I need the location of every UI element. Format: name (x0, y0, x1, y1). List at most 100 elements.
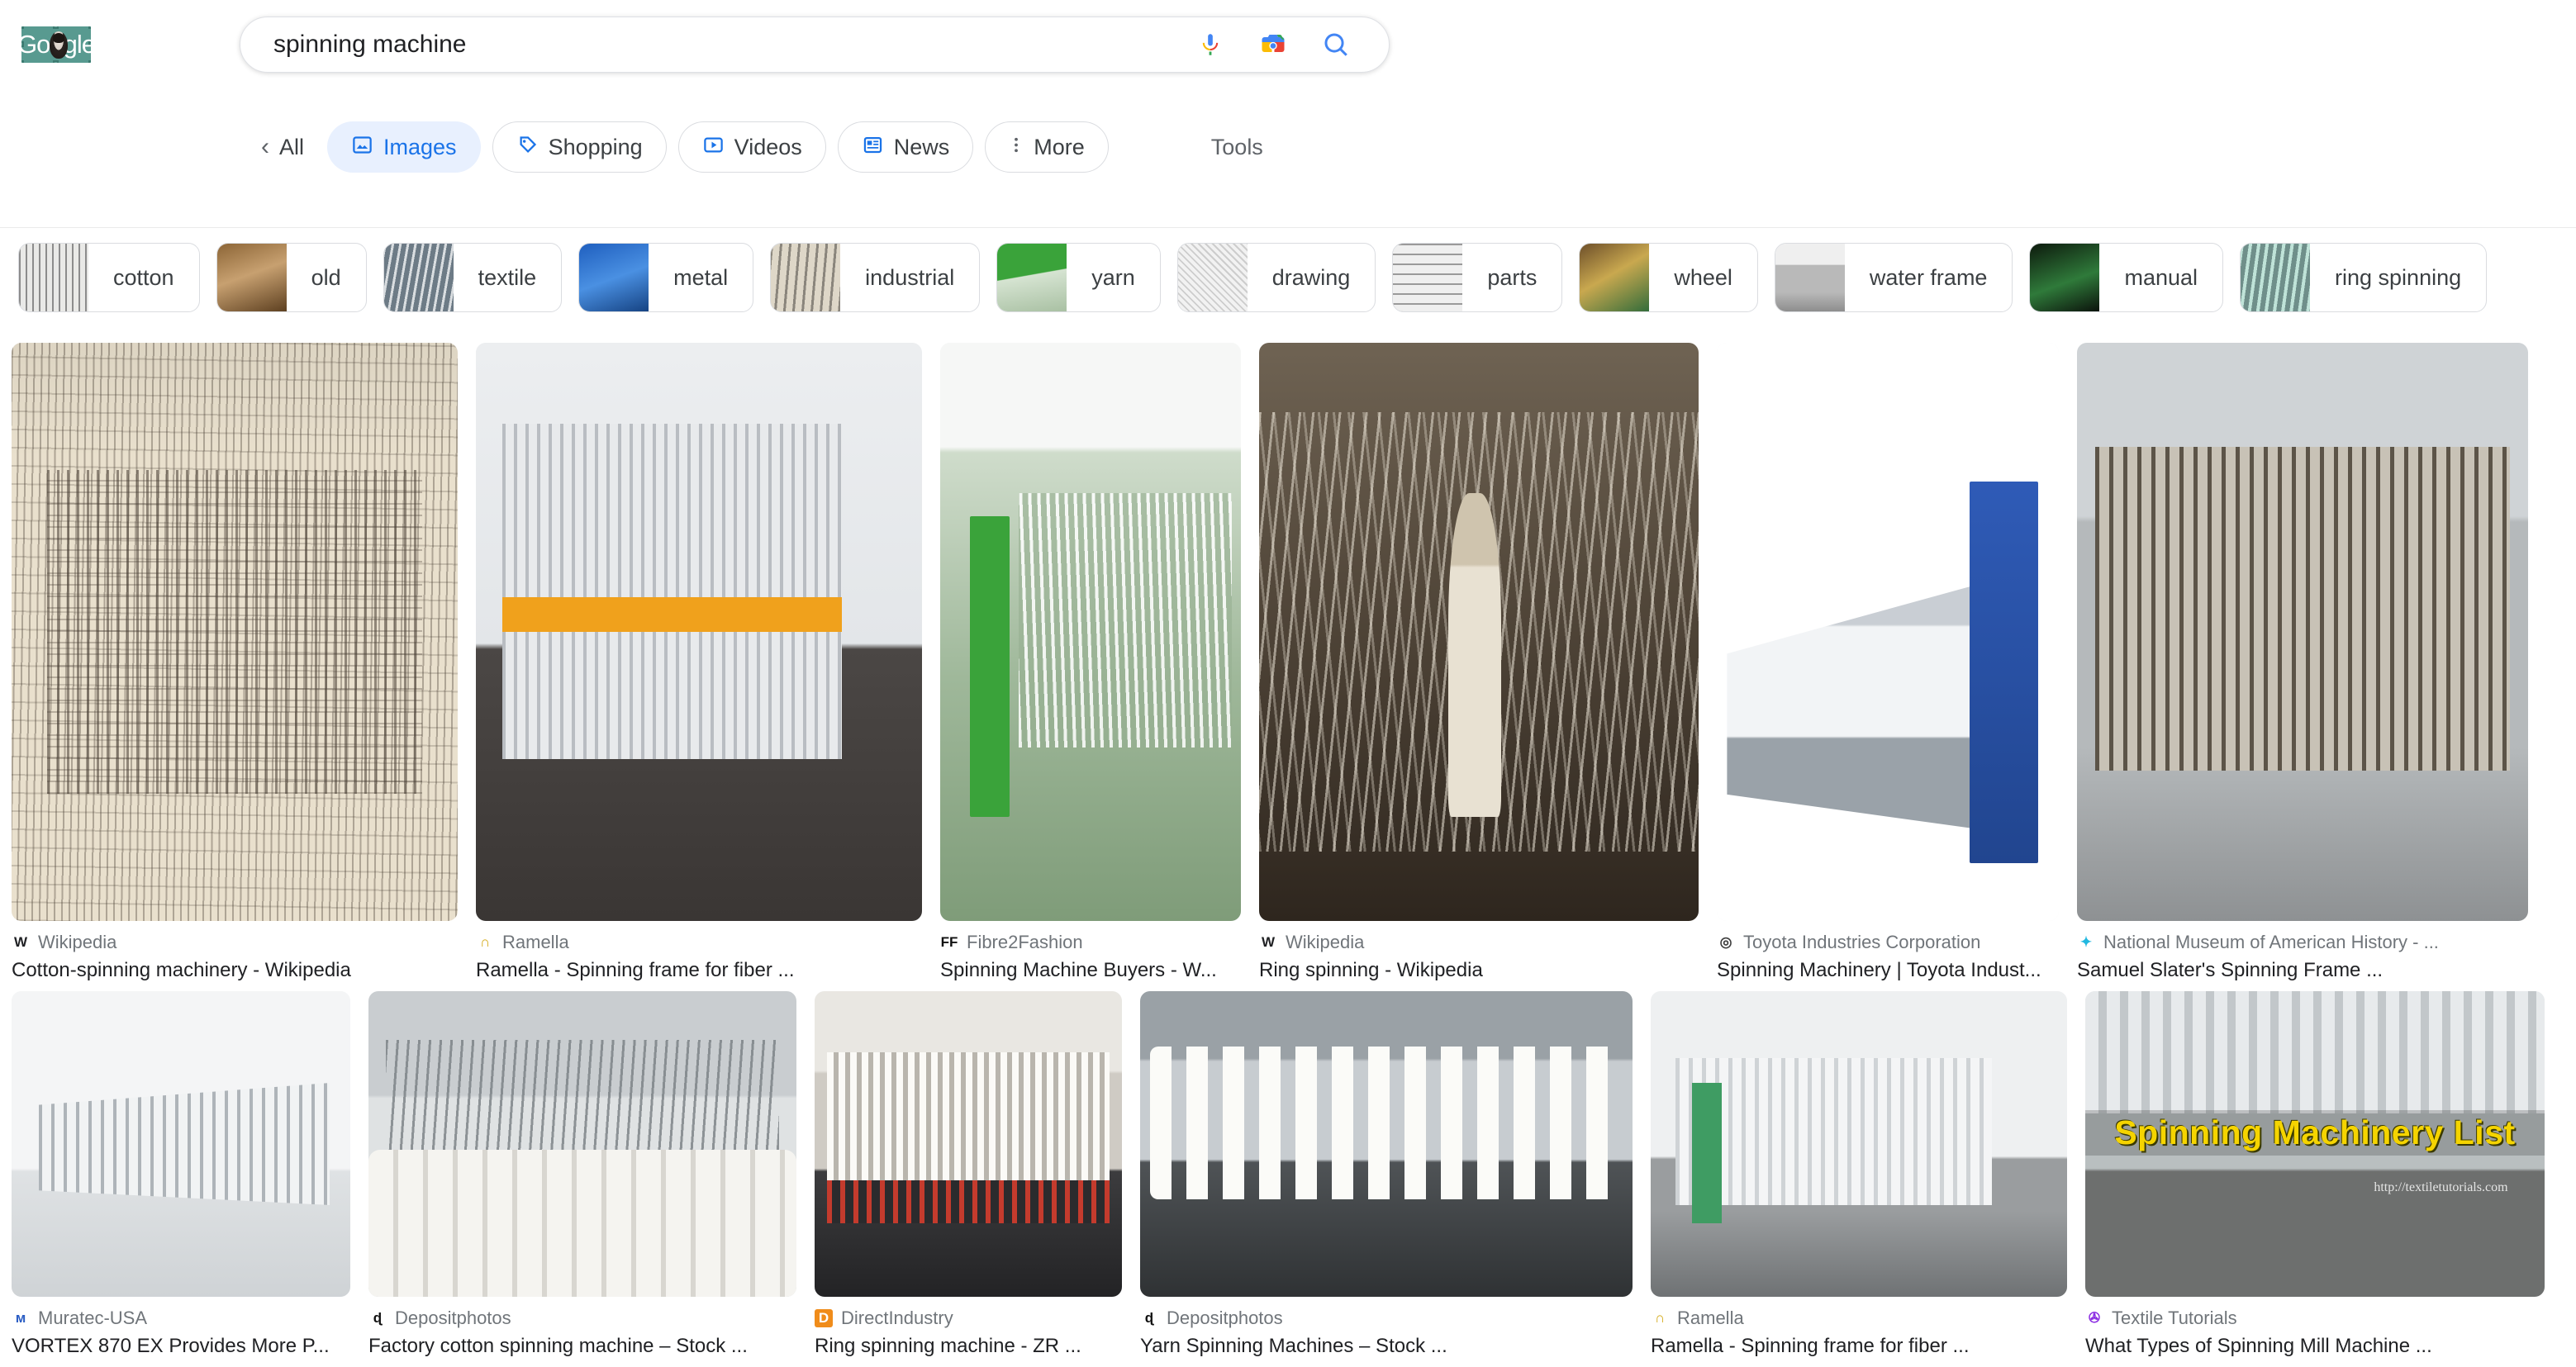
result-source[interactable]: W Wikipedia (12, 933, 458, 952)
result-meta: ᴍ Muratec-USA VORTEX 870 EX Provides More … (12, 1297, 350, 1359)
result-meta: ∩ Ramella Ramella - Spinning frame for fib… (476, 921, 922, 983)
related-search-chip[interactable]: water frame (1774, 243, 2013, 312)
result-source[interactable]: ✇ Textile Tutorials (2085, 1308, 2545, 1328)
result-title[interactable]: Spinning Machinery | Toyota Indust... (1717, 959, 2059, 983)
image-result-card[interactable]: W Wikipedia Cotton-spinning machinery - Wi… (12, 343, 458, 983)
related-search-chip-label: water frame (1869, 264, 1988, 290)
image-result-card[interactable]: ✦ National Museum of American History - .… (2077, 343, 2528, 983)
tab-shopping[interactable]: Shopping (492, 121, 667, 173)
result-meta: W Wikipedia Cotton-spinning machinery - Wi… (12, 921, 458, 983)
result-thumbnail-art (476, 343, 922, 921)
result-title[interactable]: Ramella - Spinning frame for fiber ... (476, 959, 922, 983)
microphone-icon[interactable] (1194, 28, 1227, 61)
chip-thumb-water-frame (1775, 244, 1845, 311)
search-input[interactable] (240, 31, 1194, 59)
result-thumbnail[interactable] (1651, 990, 2067, 1297)
google-lens-camera-icon[interactable] (1257, 28, 1290, 61)
site-favicon-icon: W (1259, 933, 1277, 952)
chevron-left-icon: ‹ (261, 133, 269, 160)
result-title[interactable]: Ring spinning machine - ZR ... (815, 1335, 1122, 1359)
tab-images[interactable]: Images (327, 121, 481, 173)
result-thumbnail[interactable] (476, 343, 922, 921)
result-source[interactable]: ɖ Depositphotos (1140, 1308, 1633, 1328)
result-title[interactable]: Yarn Spinning Machines – Stock ... (1140, 1335, 1633, 1359)
site-favicon-icon: ∩ (1651, 1309, 1669, 1328)
result-thumbnail[interactable] (815, 990, 1122, 1297)
video-icon (702, 134, 725, 160)
chip-thumb-manual (2030, 244, 2100, 311)
result-thumbnail[interactable] (12, 990, 350, 1297)
site-favicon-icon: ◎ (1717, 933, 1735, 952)
result-source[interactable]: ∩ Ramella (1651, 1308, 2067, 1328)
search-icon[interactable] (1319, 28, 1352, 61)
site-favicon-icon: D (815, 1309, 833, 1328)
result-thumbnail[interactable] (1140, 990, 1633, 1297)
result-thumbnail[interactable] (368, 990, 796, 1297)
result-title[interactable]: Ring spinning - Wikipedia (1259, 959, 1699, 983)
result-source-label: DirectIndustry (841, 1308, 953, 1328)
image-result-card[interactable]: W Wikipedia Ring spinning - Wikipedia (1259, 343, 1699, 983)
result-source[interactable]: ◎ Toyota Industries Corporation (1717, 933, 2059, 952)
result-title[interactable]: What Types of Spinning Mill Machine ... (2085, 1335, 2545, 1359)
result-source[interactable]: ᴍ Muratec-USA (12, 1308, 350, 1328)
result-thumbnail[interactable] (940, 343, 1241, 921)
related-search-chip[interactable]: old (216, 243, 367, 312)
result-source[interactable]: ∩ Ramella (476, 933, 922, 952)
image-result-card[interactable]: ∩ Ramella Ramella - Spinning frame for fib… (1651, 990, 2067, 1359)
thumbnail-overlay-watermark: http://textiletutorials.com (2374, 1180, 2508, 1195)
result-title[interactable]: Cotton-spinning machinery - Wikipedia (12, 959, 458, 983)
result-meta: ∩ Ramella Ramella - Spinning frame for fib… (1651, 1297, 2067, 1359)
tag-icon (516, 134, 539, 160)
result-thumbnail[interactable] (1717, 343, 2059, 921)
site-favicon-icon: ✇ (2085, 1309, 2103, 1328)
result-source[interactable]: D DirectIndustry (815, 1308, 1122, 1328)
related-search-chip[interactable]: yarn (996, 243, 1161, 312)
related-searches-list[interactable]: cotton old textile metal industrial yarn drawi… (0, 238, 2576, 317)
result-thumbnail[interactable]: Spinning Machinery List http://textiletut… (2085, 990, 2545, 1297)
related-search-chip[interactable]: manual (2029, 243, 2224, 312)
image-result-card[interactable]: FF Fibre2Fashion Spinning Machine Buyers -… (940, 343, 1241, 983)
related-search-chip[interactable]: parts (1392, 243, 1563, 312)
result-title[interactable]: VORTEX 870 EX Provides More P... (12, 1335, 350, 1359)
result-meta: ɖ Depositphotos Factory cotton spinning ma… (368, 1297, 796, 1359)
result-source-label: Muratec-USA (38, 1308, 148, 1328)
image-result-card[interactable]: Spinning Machinery List http://textiletut… (2085, 990, 2545, 1359)
image-result-card[interactable]: ᴍ Muratec-USA VORTEX 870 EX Provides More … (12, 990, 350, 1359)
result-title[interactable]: Samuel Slater's Spinning Frame ... (2077, 959, 2528, 983)
related-search-chip[interactable]: ring spinning (2240, 243, 2488, 312)
image-result-card[interactable]: ∩ Ramella Ramella - Spinning frame for fib… (476, 343, 922, 983)
related-search-chip[interactable]: industrial (770, 243, 981, 312)
site-favicon-icon: ✦ (2077, 933, 2095, 952)
tab-videos[interactable]: Videos (677, 121, 826, 173)
result-source[interactable]: FF Fibre2Fashion (940, 933, 1241, 952)
result-thumbnail[interactable] (1259, 343, 1699, 921)
result-thumbnail[interactable] (2077, 343, 2528, 921)
result-source[interactable]: W Wikipedia (1259, 933, 1699, 952)
result-title[interactable]: Ramella - Spinning frame for fiber ... (1651, 1335, 2067, 1359)
related-search-chip[interactable]: metal (578, 243, 754, 312)
related-search-chip[interactable]: wheel (1579, 243, 1758, 312)
result-source-label: Ramella (1677, 1308, 1744, 1328)
result-source[interactable]: ɖ Depositphotos (368, 1308, 796, 1328)
result-thumbnail[interactable] (12, 343, 458, 921)
chip-thumb-wheel (1580, 244, 1650, 311)
chip-thumb-ring-spinning (2241, 244, 2311, 311)
tab-more[interactable]: More (985, 121, 1109, 173)
image-result-card[interactable]: ɖ Depositphotos Factory cotton spinning ma… (368, 990, 796, 1359)
nav-back-all[interactable]: ‹ All (256, 121, 316, 173)
google-doodle-logo[interactable]: Google (21, 26, 91, 63)
image-result-card[interactable]: D DirectIndustry Ring spinning machine - Z… (815, 990, 1122, 1359)
result-title[interactable]: Factory cotton spinning machine – Stock … (368, 1335, 796, 1359)
image-result-card[interactable]: ◎ Toyota Industries Corporation Spinning M… (1717, 343, 2059, 983)
search-bar[interactable] (240, 17, 1390, 73)
tools-button[interactable]: Tools (1200, 121, 1275, 173)
result-title[interactable]: Spinning Machine Buyers - W... (940, 959, 1241, 983)
image-result-card[interactable]: ɖ Depositphotos Yarn Spinning Machines – S… (1140, 990, 1633, 1359)
tab-more-label: More (1034, 134, 1085, 159)
result-source[interactable]: ✦ National Museum of American History - .… (2077, 933, 2528, 952)
related-search-chip[interactable]: drawing (1176, 243, 1376, 312)
related-search-chip[interactable]: textile (383, 243, 563, 312)
related-search-chip[interactable]: cotton (18, 243, 200, 312)
tab-news[interactable]: News (837, 121, 974, 173)
related-search-chip-label: wheel (1674, 264, 1732, 290)
